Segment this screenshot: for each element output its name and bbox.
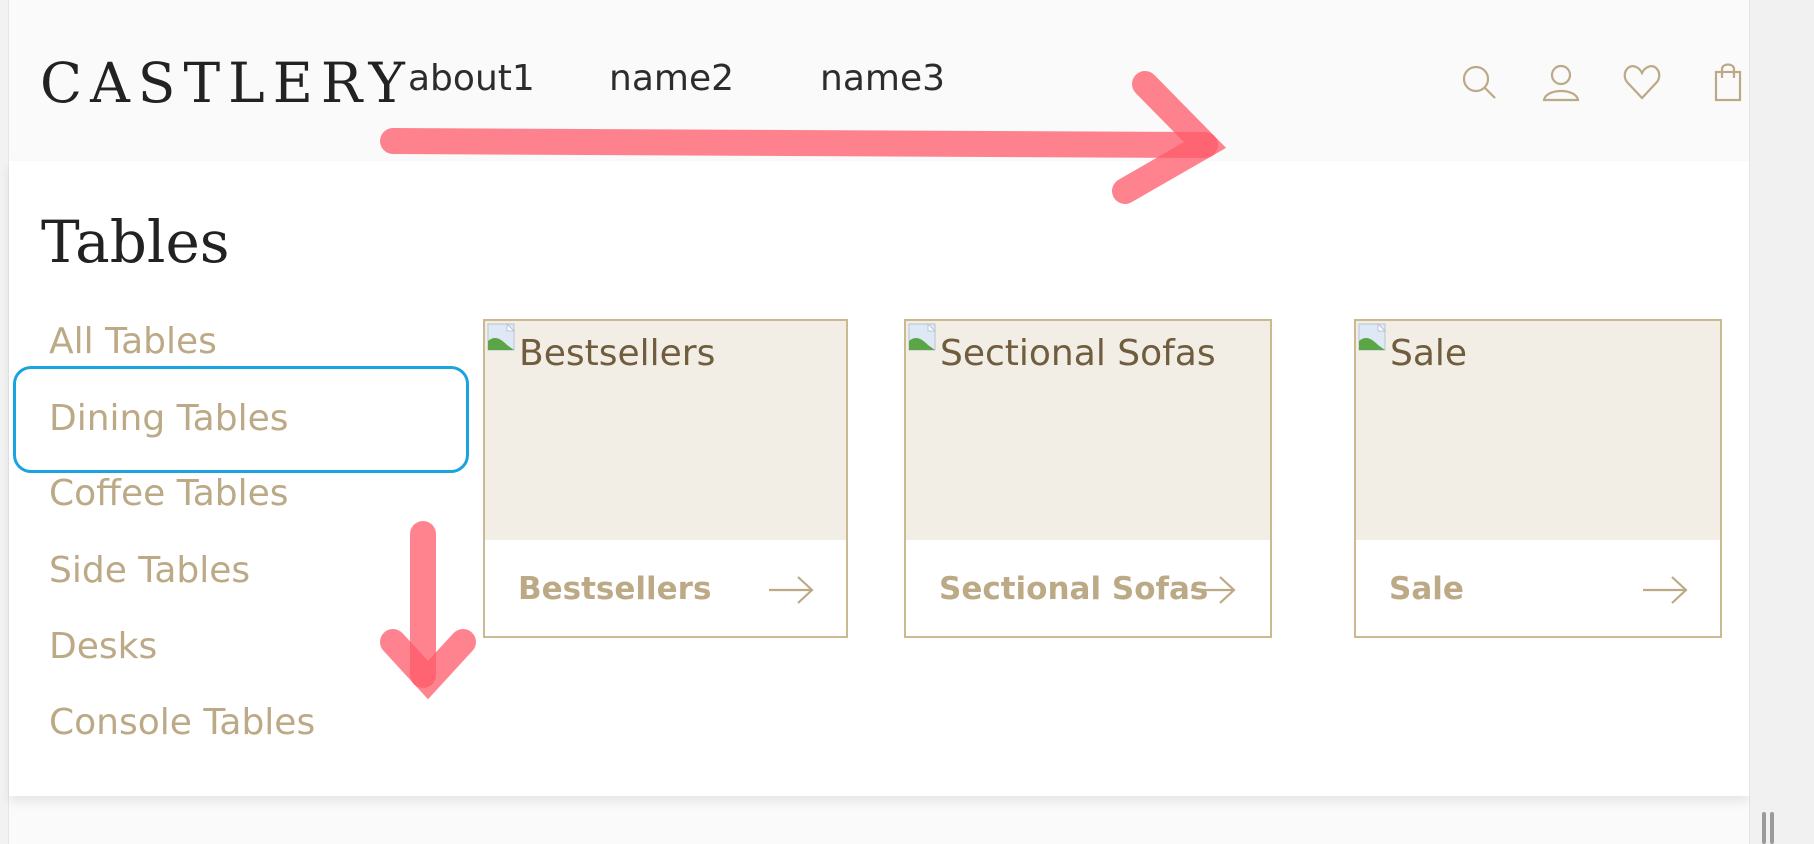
nav-item-name3[interactable]: name3 (820, 56, 945, 102)
card-image-alt-text: Sale (1390, 333, 1468, 374)
nav-item-name2[interactable]: name2 (609, 56, 734, 102)
category-coffee-tables[interactable]: Coffee Tables (49, 471, 289, 517)
card-label: Sale (1389, 571, 1464, 607)
castlery-logo[interactable]: CASTLERY (40, 50, 413, 116)
card-label: Sectional Sofas (939, 571, 1209, 607)
vertical-scrollbar[interactable] (1749, 0, 1814, 844)
card-image-alt-text: Bestsellers (519, 333, 716, 374)
tables-mega-menu: Tables All Tables Dining Tables Coffee T… (9, 161, 1749, 796)
category-console-tables[interactable]: Console Tables (49, 700, 315, 746)
nav-item-about1[interactable]: about1 (408, 56, 535, 102)
category-all-tables[interactable]: All Tables (49, 319, 217, 365)
search-icon[interactable] (1457, 57, 1501, 107)
card-image: Sale (1356, 321, 1720, 540)
broken-image-icon (487, 323, 516, 351)
arrow-right-icon (1643, 576, 1688, 604)
card-image: Sectional Sofas (906, 321, 1270, 540)
category-side-tables[interactable]: Side Tables (49, 548, 250, 594)
card-sectional-sofas[interactable]: Sectional Sofas Sectional Sofas (904, 319, 1272, 638)
card-sale[interactable]: Sale Sale (1354, 319, 1722, 638)
account-icon[interactable] (1539, 57, 1583, 107)
arrow-right-icon (1191, 576, 1236, 604)
broken-image-icon (1358, 323, 1387, 351)
bag-icon[interactable] (1706, 57, 1750, 107)
broken-image-icon (908, 323, 937, 351)
category-dining-tables[interactable]: Dining Tables (49, 396, 289, 442)
arrow-right-icon (769, 576, 814, 604)
site-header: CASTLERY about1 name2 name3 (9, 0, 1749, 160)
card-image: Bestsellers (485, 321, 846, 540)
panel-title: Tables (41, 208, 230, 276)
heart-icon[interactable] (1620, 57, 1664, 107)
card-bestsellers[interactable]: Bestsellers Bestsellers (483, 319, 848, 638)
window-left-edge (0, 0, 9, 844)
category-desks[interactable]: Desks (49, 624, 157, 670)
card-label: Bestsellers (518, 571, 712, 607)
scrollbar-grip[interactable] (1762, 812, 1776, 844)
card-image-alt-text: Sectional Sofas (940, 333, 1216, 374)
